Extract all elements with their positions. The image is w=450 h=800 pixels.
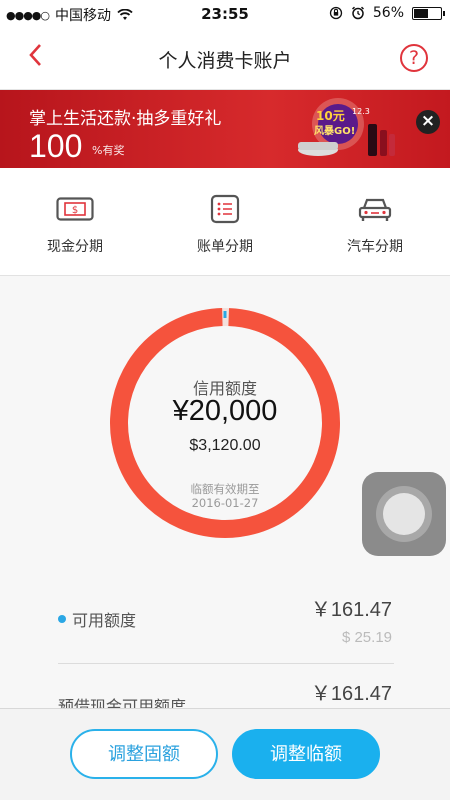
feature-cash-installment[interactable]: $ 现金分期 <box>0 168 150 275</box>
assistive-touch-button[interactable] <box>362 472 446 556</box>
expiry-label: 临额有效期至 <box>190 482 260 496</box>
promo-graphic: 10元 12.3 风暴GO! <box>298 98 395 156</box>
credit-limit-amount: ¥20,000 <box>172 395 278 427</box>
adjust-temp-limit-button[interactable]: 调整临额 <box>232 729 380 779</box>
banner-close-button[interactable]: × <box>416 110 440 134</box>
alarm-icon <box>351 6 364 20</box>
bill-icon <box>210 194 240 224</box>
row-value-usd: $ 25.19 <box>341 629 392 646</box>
banner-big-number: 100 <box>29 128 83 164</box>
feature-label: 汽车分期 <box>347 239 403 255</box>
row-label: 可用额度 <box>72 611 137 630</box>
cash-icon: $ <box>56 197 94 221</box>
promo-banner[interactable]: 掌上生活还款·抽多重好礼 100 %有奖 10元 12.3 风暴GO! × <box>0 90 450 168</box>
page-title: 个人消费卡账户 <box>158 50 292 72</box>
cash-advance-limit-row[interactable]: 预借现金可用额度 ￥161.47 <box>58 677 394 708</box>
feature-label: 现金分期 <box>47 239 103 255</box>
rotation-lock-icon <box>329 6 343 20</box>
row-value: ￥161.47 <box>310 683 392 705</box>
question-icon: ? <box>408 47 420 69</box>
promo-art-text-3: 12.3 <box>352 107 370 116</box>
bullet-icon <box>58 615 66 623</box>
assist-inner-dot <box>383 493 425 535</box>
feature-label: 账单分期 <box>197 239 253 255</box>
feature-car-installment[interactable]: 汽车分期 <box>300 168 450 275</box>
action-footer: 调整固额 调整临额 <box>0 708 450 800</box>
expiry-date: 2016-01-27 <box>191 496 259 510</box>
credit-limit-usd: $3,120.00 <box>189 437 261 454</box>
banner-suffix: %有奖 <box>92 144 125 157</box>
battery-icon <box>412 6 445 20</box>
status-right: 56% <box>329 5 445 21</box>
banner-headline: 掌上生活还款·抽多重好礼 <box>29 109 222 129</box>
temp-limit-expiry: 临额有效期至 2016-01-27 <box>109 482 341 510</box>
battery-percent: 56% <box>372 5 404 21</box>
status-bar: ●●●●○ 中国移动 23:55 56% <box>0 0 450 28</box>
credit-summary: 信用额度 ¥20,000 $3,120.00 临额有效期至 2016-01-27… <box>0 277 450 708</box>
svg-text:$: $ <box>72 205 78 216</box>
row-value: ￥161.47 <box>310 599 392 621</box>
promo-art-text-2: 风暴GO! <box>314 124 355 137</box>
help-button[interactable]: ? <box>400 44 428 72</box>
promo-art-text-1: 10元 <box>316 109 345 123</box>
feature-bill-installment[interactable]: 账单分期 <box>150 168 300 275</box>
close-icon: × <box>420 111 436 131</box>
feature-shortcuts: $ 现金分期 账单分期 汽车分期 <box>0 168 450 276</box>
car-icon <box>358 198 392 221</box>
credit-ring-labels: 信用额度 ¥20,000 $3,120.00 临额有效期至 2016-01-27 <box>109 307 341 539</box>
nav-bar: 个人消费卡账户 ? <box>0 28 450 90</box>
row-divider <box>58 663 394 664</box>
adjust-fixed-limit-button[interactable]: 调整固额 <box>70 729 218 779</box>
row-label: 预借现金可用额度 <box>58 697 187 708</box>
